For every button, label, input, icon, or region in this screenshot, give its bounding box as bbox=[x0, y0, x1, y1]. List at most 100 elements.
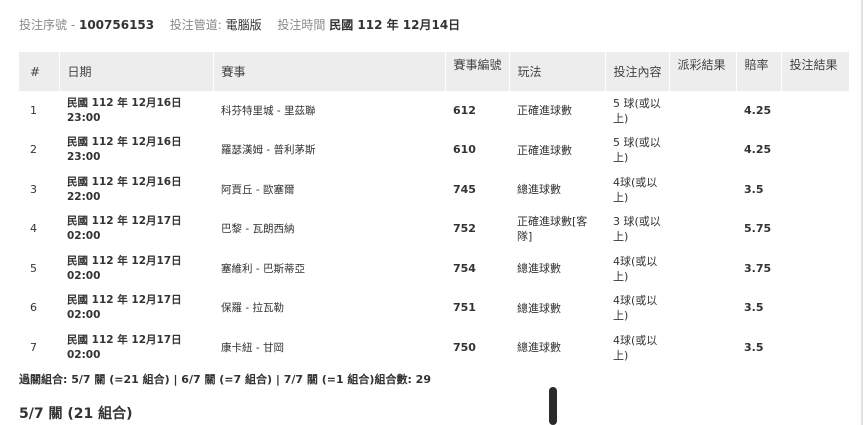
table-row: 5 民國 112 年 12月17日 02:00 塞維利 - 巴斯蒂亞 754 總進球數 4球… bbox=[19, 249, 849, 289]
row-match: 阿賈丘 - 歐塞爾 bbox=[221, 183, 295, 196]
row-match: 羅瑟漢姆 - 普利茅斯 bbox=[221, 144, 316, 157]
row-play-type: 正確進球數 bbox=[517, 143, 572, 157]
table-body: 1 民國 112 年 12月16日 23:00 科芬特里城 - 里茲聯 612 正確進球數… bbox=[19, 91, 849, 368]
row-bet-content: 5 球(或以上) bbox=[613, 136, 661, 165]
row-date-day: 民國 112 年 12月17日 bbox=[67, 254, 182, 267]
row-payout bbox=[669, 170, 736, 210]
parlay-summary: 過關組合: 5/7 關 (=21 組合) | 6/7 關 (=7 組合) | 7… bbox=[19, 373, 431, 386]
row-match: 巴黎 - 瓦朗西納 bbox=[221, 223, 295, 236]
row-date: 民國 112 年 12月17日 02:00 bbox=[59, 249, 213, 289]
time-label: 投注時間 bbox=[277, 18, 326, 32]
row-odds: 4.25 bbox=[744, 103, 772, 117]
row-date-day: 民國 112 年 12月17日 bbox=[67, 333, 182, 346]
row-match-code: 751 bbox=[453, 301, 476, 315]
row-date-day: 民國 112 年 12月17日 bbox=[67, 294, 182, 307]
row-result bbox=[781, 210, 849, 250]
row-result bbox=[781, 131, 849, 171]
row-date-time: 02:00 bbox=[67, 269, 101, 282]
row-odds: 3.5 bbox=[744, 182, 764, 196]
row-payout bbox=[669, 91, 736, 131]
row-number: 1 bbox=[30, 103, 37, 117]
row-play-type: 總進球數 bbox=[517, 301, 561, 315]
row-match-code: 610 bbox=[453, 143, 476, 157]
row-number: 7 bbox=[30, 340, 37, 354]
row-date-day: 民國 112 年 12月16日 bbox=[67, 175, 182, 188]
row-payout bbox=[669, 131, 736, 171]
row-match-code: 754 bbox=[453, 261, 476, 275]
col-date-header: 日期 bbox=[59, 52, 214, 91]
scroll-handle[interactable] bbox=[549, 387, 557, 425]
row-date-time: 23:00 bbox=[67, 151, 101, 164]
col-code-header: 賽事編號 bbox=[445, 52, 510, 91]
row-bet-content: 3 球(或以上) bbox=[613, 215, 661, 244]
row-result bbox=[781, 170, 849, 210]
row-date-time: 02:00 bbox=[67, 348, 101, 361]
row-odds: 5.75 bbox=[744, 222, 772, 236]
row-number: 3 bbox=[30, 182, 37, 196]
table-row: 1 民國 112 年 12月16日 23:00 科芬特里城 - 里茲聯 612 正確進球數… bbox=[19, 91, 849, 131]
row-date-time: 02:00 bbox=[67, 230, 101, 243]
row-date: 民國 112 年 12月17日 02:00 bbox=[59, 210, 213, 250]
row-result bbox=[781, 289, 849, 329]
col-payout-header: 派彩結果 bbox=[669, 52, 737, 91]
row-date-time: 22:00 bbox=[67, 190, 101, 203]
row-match-code: 612 bbox=[453, 103, 476, 117]
row-number: 5 bbox=[30, 261, 37, 275]
table-row: 6 民國 112 年 12月17日 02:00 保羅 - 拉瓦勒 751 總進球數 4球(或… bbox=[19, 289, 849, 329]
row-play-type: 總進球數 bbox=[517, 183, 561, 197]
row-number: 6 bbox=[30, 301, 37, 315]
row-result bbox=[781, 91, 849, 131]
row-date: 民國 112 年 12月16日 23:00 bbox=[59, 91, 213, 131]
row-date: 民國 112 年 12月16日 23:00 bbox=[59, 131, 213, 171]
row-play-type: 正確進球數[客隊] bbox=[517, 215, 588, 244]
col-num-header: # bbox=[19, 52, 60, 91]
col-play-header: 玩法 bbox=[509, 52, 606, 91]
bet-details-table: # 日期 賽事 賽事編號 玩法 投注內容 派彩結果 賠率 投注結果 1 民國 112 年 12月1… bbox=[19, 52, 850, 368]
row-match: 保羅 - 拉瓦勒 bbox=[221, 302, 284, 315]
table-row: 7 民國 112 年 12月17日 02:00 康卡紐 - 甘岡 750 總進球數 4球(或… bbox=[19, 328, 849, 368]
row-date: 民國 112 年 12月16日 22:00 bbox=[59, 170, 213, 210]
section-title: 5/7 關 (21 組合) bbox=[19, 406, 133, 422]
serial-value: 100756153 bbox=[78, 18, 155, 32]
table-header-row: # 日期 賽事 賽事編號 玩法 投注內容 派彩結果 賠率 投注結果 bbox=[19, 52, 850, 91]
row-bet-content: 5 球(或以上) bbox=[613, 96, 661, 125]
row-payout bbox=[669, 249, 736, 289]
row-bet-content: 4球(或以上) bbox=[613, 294, 658, 323]
row-match-code: 752 bbox=[453, 222, 476, 236]
row-play-type: 正確進球數 bbox=[517, 104, 572, 118]
table-row: 2 民國 112 年 12月16日 23:00 羅瑟漢姆 - 普利茅斯 610 正確進球數… bbox=[19, 131, 849, 171]
col-match-header: 賽事 bbox=[213, 52, 446, 91]
bet-info-bar: 投注序號 - 100756153 投注管道: 電腦版 投注時間 民國 112 年… bbox=[19, 16, 460, 33]
row-result bbox=[781, 249, 849, 289]
row-match: 科芬特里城 - 里茲聯 bbox=[221, 104, 316, 117]
channel-label: 投注管道: bbox=[169, 18, 222, 32]
row-date-day: 民國 112 年 12月17日 bbox=[67, 215, 182, 228]
table-row: 3 民國 112 年 12月16日 22:00 阿賈丘 - 歐塞爾 745 總進球數 4球(… bbox=[19, 170, 849, 210]
col-content-header: 投注內容 bbox=[605, 52, 670, 91]
row-match: 塞維利 - 巴斯蒂亞 bbox=[221, 262, 305, 275]
row-date-day: 民國 112 年 12月16日 bbox=[67, 96, 182, 109]
channel-value: 電腦版 bbox=[225, 18, 262, 32]
row-bet-content: 4球(或以上) bbox=[613, 175, 658, 204]
row-result bbox=[781, 328, 849, 368]
table-row: 4 民國 112 年 12月17日 02:00 巴黎 - 瓦朗西納 752 正確進球數[客… bbox=[19, 210, 849, 250]
row-date: 民國 112 年 12月17日 02:00 bbox=[59, 328, 213, 368]
col-result-header: 投注結果 bbox=[781, 52, 850, 91]
row-odds: 3.5 bbox=[744, 301, 764, 315]
row-date-time: 02:00 bbox=[67, 309, 101, 322]
row-odds: 3.5 bbox=[744, 340, 764, 354]
serial-label: 投注序號 - bbox=[19, 18, 76, 32]
row-play-type: 總進球數 bbox=[517, 262, 561, 276]
row-number: 4 bbox=[30, 222, 37, 236]
time-value: 民國 112 年 12月14日 bbox=[329, 18, 461, 32]
row-match: 康卡紐 - 甘岡 bbox=[221, 341, 284, 354]
row-date-day: 民國 112 年 12月16日 bbox=[67, 136, 182, 149]
row-payout bbox=[669, 289, 736, 329]
row-match-code: 750 bbox=[453, 340, 476, 354]
row-date: 民國 112 年 12月17日 02:00 bbox=[59, 289, 213, 329]
col-odds-header: 賠率 bbox=[736, 52, 782, 91]
row-bet-content: 4球(或以上) bbox=[613, 333, 658, 362]
row-bet-content: 4球(或以上) bbox=[613, 254, 658, 283]
row-payout bbox=[669, 328, 736, 368]
row-odds: 3.75 bbox=[744, 261, 772, 275]
